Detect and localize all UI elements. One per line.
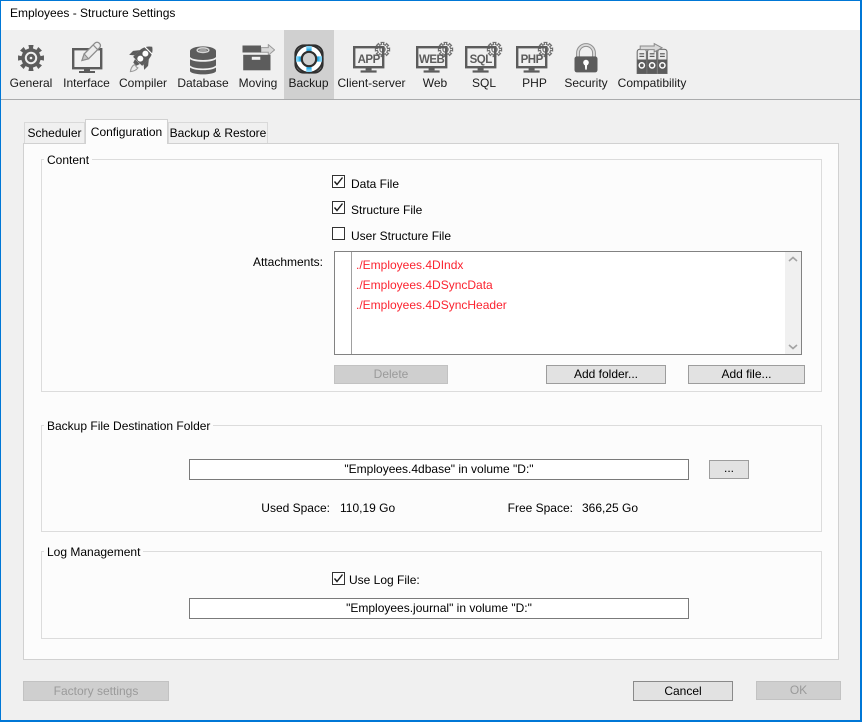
svg-text:WEB: WEB (419, 54, 445, 66)
svg-text:PHP: PHP (520, 54, 543, 66)
svg-text:APP: APP (357, 54, 380, 66)
svg-text:SQL: SQL (470, 54, 493, 66)
